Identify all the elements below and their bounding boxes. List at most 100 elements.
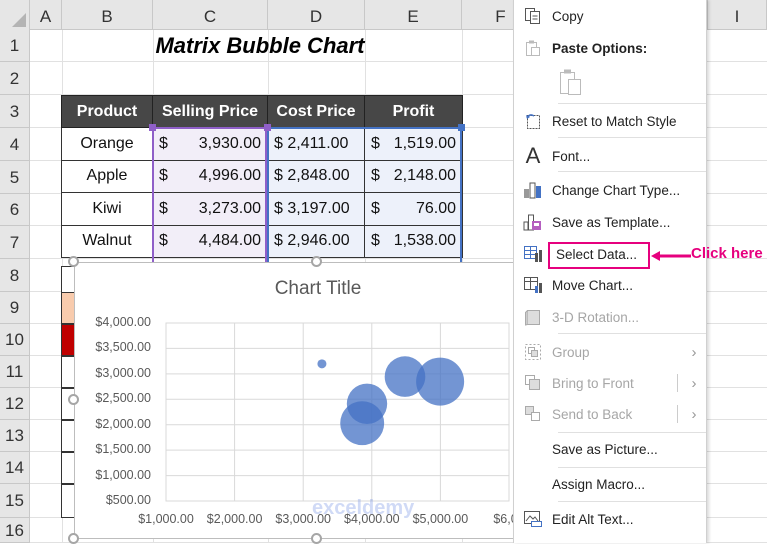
row-header-12[interactable]: 12 (0, 388, 30, 420)
cell-cost[interactable]: $ 2,411.00 (267, 127, 365, 161)
column-header-i[interactable]: I (707, 0, 767, 30)
menu-label: Group (552, 344, 590, 360)
y-tick-label: $2,500.00 (95, 391, 151, 406)
split-divider (677, 374, 678, 392)
paste-keep-format-button[interactable] (559, 68, 583, 101)
row-header-8[interactable]: 8 (0, 259, 30, 292)
header-selling-price[interactable]: Selling Price (152, 95, 268, 128)
currency-symbol: $ (159, 232, 168, 250)
menu-item-save-as-picture[interactable]: Save as Picture... (514, 434, 706, 464)
row-header-16[interactable]: 16 (0, 518, 30, 543)
row-header-3[interactable]: 3 (0, 95, 30, 128)
column-header-b[interactable]: B (62, 0, 153, 30)
cell-selling[interactable]: $4,996.00 (152, 159, 268, 193)
row-header-4[interactable]: 4 (0, 128, 30, 161)
row-header-11[interactable]: 11 (0, 356, 30, 388)
menu-item-save-as-template[interactable]: Save as Template... (514, 207, 706, 237)
cell-product[interactable]: Walnut (61, 224, 153, 258)
header-profit[interactable]: Profit (364, 95, 463, 128)
menu-label: Move Chart... (552, 277, 634, 293)
range-handle[interactable] (149, 124, 156, 131)
menu-item-3d-rotation[interactable]: 3-D Rotation... (514, 302, 706, 332)
row-header-7[interactable]: 7 (0, 226, 30, 259)
row-header-1[interactable]: 1 (0, 30, 30, 62)
profit-value: 2,148.00 (393, 167, 456, 185)
cell-profit[interactable]: $2,148.00 (364, 159, 463, 193)
cell-cost[interactable]: $ 3,197.00 (267, 192, 365, 226)
header-product[interactable]: Product (61, 95, 153, 128)
bubble[interactable] (416, 357, 465, 406)
range-handle[interactable] (264, 124, 271, 131)
column-header-c[interactable]: C (153, 0, 268, 30)
row-header-13[interactable]: 13 (0, 420, 30, 452)
column-header-d[interactable]: D (268, 0, 365, 30)
currency-symbol: $ (371, 232, 380, 250)
bubble[interactable] (340, 401, 385, 446)
chart-resize-handle[interactable] (311, 533, 322, 544)
select-all-corner[interactable] (0, 0, 30, 30)
menu-item-send-to-back[interactable]: Send to Back › (514, 399, 706, 429)
submenu-arrow-icon[interactable]: › (682, 375, 706, 392)
cell-profit[interactable]: $76.00 (364, 192, 463, 226)
row-header-5[interactable]: 5 (0, 161, 30, 194)
cell-profit[interactable]: $1,538.00 (364, 224, 463, 258)
menu-item-edit-alt-text[interactable]: Edit Alt Text... (514, 504, 706, 534)
currency-symbol: $ (159, 167, 168, 185)
menu-separator (558, 137, 706, 138)
annotation-arrow-icon (651, 251, 691, 261)
row-header-9[interactable]: 9 (0, 292, 30, 324)
cell-product[interactable]: Orange (61, 127, 153, 161)
menu-item-move-chart[interactable]: Move Chart... (514, 270, 706, 300)
selling-value: 4,996.00 (198, 167, 261, 185)
cell-selling[interactable]: $3,930.00 (152, 127, 268, 161)
bubble[interactable] (317, 359, 327, 369)
row-header-10[interactable]: 10 (0, 324, 30, 356)
menu-item-reset-to-match-style[interactable]: Reset to Match Style (514, 106, 706, 136)
menu-item-assign-macro[interactable]: Assign Macro... (514, 469, 706, 499)
chart-resize-handle[interactable] (68, 533, 79, 544)
menu-item-change-chart-type[interactable]: Change Chart Type... (514, 175, 706, 205)
submenu-arrow-icon: › (691, 343, 697, 361)
chart-type-icon (514, 181, 552, 199)
cell-selling[interactable]: $4,484.00 (152, 224, 268, 258)
menu-item-font[interactable]: A Font... (514, 141, 706, 171)
cell-cost[interactable]: $ 2,946.00 (267, 224, 365, 258)
send-back-icon (514, 405, 552, 423)
alt-text-icon (514, 510, 552, 528)
menu-item-group[interactable]: Group › (514, 337, 706, 367)
copy-icon (514, 7, 552, 25)
sheet-title: Matrix Bubble Chart (155, 33, 365, 58)
chart-resize-handle[interactable] (311, 256, 322, 267)
chart-resize-handle[interactable] (68, 394, 79, 405)
reset-style-icon (514, 112, 552, 130)
row-header-14[interactable]: 14 (0, 452, 30, 484)
cell-profit[interactable]: $1,519.00 (364, 127, 463, 161)
column-header-e[interactable]: E (365, 0, 462, 30)
currency-symbol: $ (371, 199, 380, 217)
range-handle[interactable] (458, 124, 465, 131)
row-header-6[interactable]: 6 (0, 194, 30, 226)
menu-label: Font... (552, 148, 591, 164)
menu-label: Paste Options: (552, 40, 648, 56)
cell-product[interactable]: Apple (61, 159, 153, 193)
row-header-2[interactable]: 2 (0, 62, 30, 95)
cell-product[interactable]: Kiwi (61, 192, 153, 226)
profit-value: 1,519.00 (393, 134, 456, 152)
submenu-arrow-icon[interactable]: › (682, 406, 706, 423)
row-header-15[interactable]: 15 (0, 484, 30, 518)
bubble-chart[interactable]: Chart Title $4,000.00 $3,500.00 $3,000.00 $… (74, 262, 525, 539)
column-header-a[interactable]: A (30, 0, 62, 30)
cell-selling[interactable]: $3,273.00 (152, 192, 268, 226)
cell-cost[interactable]: $ 2,848.00 (267, 159, 365, 193)
chart-resize-handle[interactable] (68, 256, 79, 267)
menu-item-bring-to-front[interactable]: Bring to Front › (514, 368, 706, 398)
menu-label: Send to Back (552, 406, 633, 422)
group-icon (514, 343, 552, 361)
header-cost-price[interactable]: Cost Price (267, 95, 365, 128)
currency-symbol: $ (159, 199, 168, 217)
menu-separator (558, 333, 706, 334)
menu-label: Save as Picture... (552, 441, 658, 457)
menu-label: Copy (552, 8, 584, 24)
selling-value: 3,930.00 (198, 134, 261, 152)
menu-item-copy[interactable]: Copy (514, 1, 706, 31)
